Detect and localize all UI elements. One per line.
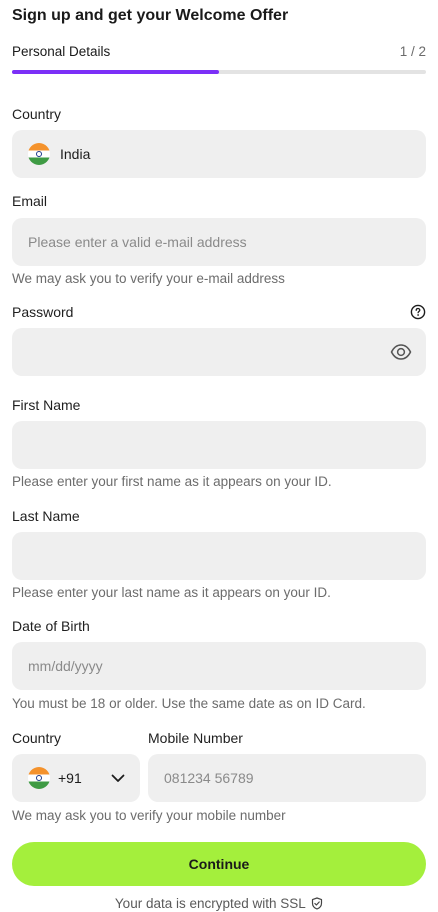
last-name-field-wrapper — [12, 532, 426, 580]
password-field-wrapper — [12, 328, 426, 376]
chevron-down-icon — [111, 774, 125, 782]
last-name-field[interactable] — [12, 532, 426, 580]
mobile-number-label: Mobile Number — [148, 730, 243, 746]
dob-label: Date of Birth — [12, 618, 90, 634]
first-name-field[interactable] — [12, 421, 426, 469]
email-field[interactable] — [12, 218, 426, 266]
progress-bar-fill — [12, 70, 219, 74]
password-label: Password — [12, 304, 74, 320]
country-value: India — [60, 146, 91, 162]
question-circle-icon[interactable] — [410, 304, 426, 320]
country-label: Country — [12, 106, 62, 122]
step-indicator: Personal Details 1 / 2 — [12, 44, 426, 62]
ssl-text: Your data is encrypted with SSL — [114, 896, 306, 911]
dob-field-wrapper — [12, 642, 426, 690]
shield-check-icon — [311, 897, 323, 910]
page-title: Sign up and get your Welcome Offer — [12, 7, 289, 24]
country-code-select[interactable]: +91 — [12, 754, 140, 802]
mobile-hint: We may ask you to verify your mobile num… — [12, 808, 286, 823]
step-label: Personal Details — [12, 44, 111, 59]
last-name-label: Last Name — [12, 508, 80, 524]
india-flag-icon — [28, 143, 50, 165]
first-name-field-wrapper — [12, 421, 426, 469]
email-field-wrapper — [12, 218, 426, 266]
ssl-notice: Your data is encrypted with SSL — [0, 896, 438, 911]
eye-icon[interactable] — [390, 342, 412, 362]
country-select[interactable]: India — [12, 130, 426, 178]
first-name-label: First Name — [12, 397, 81, 413]
india-flag-icon — [28, 767, 50, 789]
progress-bar — [12, 70, 426, 74]
email-label: Email — [12, 193, 48, 209]
dob-hint: You must be 18 or older. Use the same da… — [12, 696, 366, 711]
last-name-hint: Please enter your last name as it appear… — [12, 585, 331, 600]
step-count: 1 / 2 — [399, 44, 426, 59]
mobile-number-field[interactable] — [148, 754, 426, 802]
first-name-hint: Please enter your first name as it appea… — [12, 474, 332, 489]
phone-country-label: Country — [12, 730, 62, 746]
mobile-field-wrapper — [148, 754, 426, 802]
email-hint: We may ask you to verify your e-mail add… — [12, 271, 285, 286]
password-field[interactable] — [12, 328, 426, 376]
continue-button[interactable]: Continue — [12, 842, 426, 886]
dob-field[interactable] — [12, 642, 426, 690]
country-code-value: +91 — [58, 770, 82, 786]
